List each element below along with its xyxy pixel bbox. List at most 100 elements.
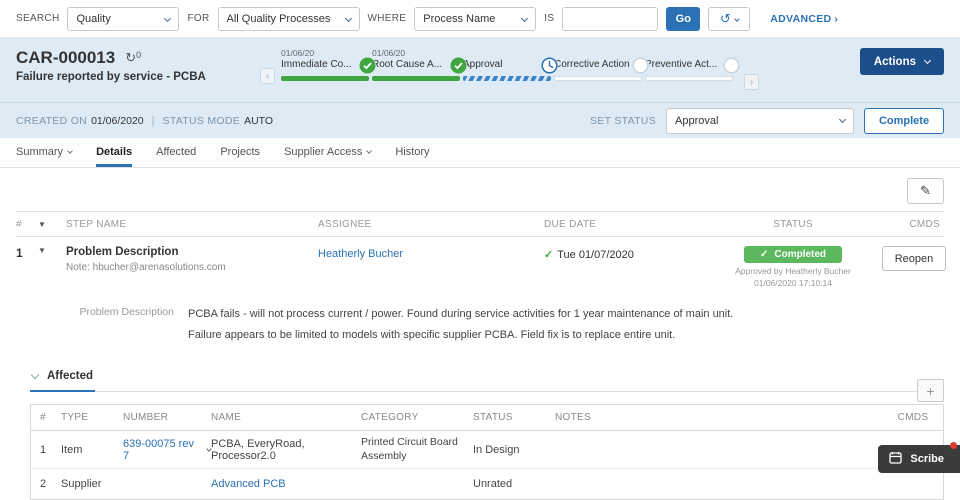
row-name: PCBA, EveryRoad, Processor2.0 [211, 437, 305, 462]
search-history-button[interactable]: ↺ [708, 6, 751, 31]
step-label: Approval [463, 59, 503, 70]
step-progress-bar [645, 76, 733, 81]
chevron-down-icon [733, 15, 740, 22]
refresh-icon[interactable]: ↻0 [125, 50, 141, 66]
step-progress-bar [281, 76, 369, 81]
cmds-column-header: CMDS [909, 218, 940, 230]
scribe-icon [889, 451, 903, 467]
refresh-glyph: ↻ [125, 50, 137, 65]
status-column-header: STATUS [473, 412, 513, 424]
steps-table-header: # ▼ STEP NAME ASSIGNEE DUE DATE STATUS C… [16, 211, 944, 237]
tab-label: Summary [16, 146, 64, 158]
tab-details[interactable]: Details [96, 138, 133, 167]
search-value-input[interactable] [562, 6, 659, 31]
scribe-label: Scribe [910, 453, 944, 465]
pending-circle-icon [723, 57, 740, 74]
status-row: CREATED ON 01/06/2020 | STATUS MODE AUTO… [0, 102, 960, 138]
tab-history[interactable]: History [395, 138, 429, 167]
created-on-label: CREATED ON [16, 114, 88, 127]
problem-description-text: PCBA fails - will not process current / … [188, 307, 734, 342]
number-column-header: NUMBER [123, 412, 169, 424]
affected-table-header: # TYPE NUMBER NAME CATEGORY STATUS NOTES… [31, 405, 943, 432]
supplier-name-link[interactable]: Advanced PCB [211, 478, 286, 490]
steps-scroll-right-button[interactable]: › [744, 74, 759, 90]
chevron-down-icon [344, 14, 352, 22]
tab-projects[interactable]: Projects [220, 138, 260, 167]
due-date-value: Tue 01/07/2020 [557, 249, 634, 261]
details-content: ✎ # ▼ STEP NAME ASSIGNEE DUE DATE STATUS… [0, 168, 960, 500]
assignee-link[interactable]: Heatherly Bucher [318, 248, 403, 260]
tab-summary[interactable]: Summary [16, 138, 73, 167]
approved-time-text: 01/06/2020 17:10:14 [754, 277, 832, 288]
step-date [645, 48, 733, 59]
table-row: 1 ▼ Problem Description Note: hbucher@ar… [16, 237, 946, 300]
item-number-link[interactable]: 639-00075 rev 7 [123, 438, 212, 462]
workflow-step-approval[interactable]: Approval [463, 48, 558, 81]
step-date [554, 48, 642, 59]
record-subtitle: Failure reported by service - PCBA [16, 71, 206, 83]
separator: | [151, 114, 155, 127]
pending-circle-icon [632, 57, 649, 74]
workflow-step-corrective[interactable]: Corrective Action [554, 48, 649, 81]
complete-button[interactable]: Complete [864, 107, 944, 134]
actions-button[interactable]: Actions [859, 48, 944, 75]
reopen-button[interactable]: Reopen [882, 246, 946, 271]
set-status-value: Approval [675, 114, 719, 127]
step-progress-bar [463, 76, 551, 81]
problem-description-section: Problem Description PCBA fails - will no… [16, 300, 944, 363]
tab-affected[interactable]: Affected [156, 138, 196, 167]
check-circle-icon [450, 57, 467, 74]
add-affected-button[interactable]: + [917, 379, 944, 403]
step-progress-bar [554, 76, 642, 81]
set-status-label: SET STATUS [589, 114, 656, 127]
set-status-select[interactable]: Approval [666, 107, 854, 134]
search-for-select[interactable]: All Quality Processes [217, 6, 360, 31]
go-button[interactable]: Go [666, 6, 701, 31]
chevron-down-icon [366, 148, 373, 154]
step-note: Note: hbucher@arenasolutions.com [66, 262, 226, 273]
advanced-link[interactable]: ADVANCED › [770, 13, 838, 25]
check-icon: ✓ [544, 249, 554, 261]
step-row-number: 1 [16, 246, 23, 260]
created-on-value: 01/06/2020 [91, 114, 144, 127]
step-label: Preventive Act... [645, 59, 718, 70]
scribe-widget[interactable]: Scribe [878, 442, 960, 473]
affected-table: # TYPE NUMBER NAME CATEGORY STATUS NOTES… [30, 404, 944, 500]
edit-pencil-button[interactable]: ✎ [907, 178, 944, 204]
affected-title-label: Affected [47, 370, 94, 383]
workflow-step-immediate[interactable]: 01/06/20 Immediate Co... [281, 48, 376, 81]
row-status: Unrated [473, 478, 513, 491]
row-category: Printed Circuit Board Assembly [361, 436, 458, 462]
status-mode-value: AUTO [244, 114, 274, 127]
chevron-right-icon: › [834, 12, 839, 25]
due-date-column-header: DUE DATE [544, 218, 597, 230]
workflow-step-preventive[interactable]: Preventive Act... [645, 48, 740, 81]
row-type: Item [61, 443, 83, 456]
search-scope-select[interactable]: Quality [67, 6, 180, 31]
approved-by-text: Approved by Heatherly Bucher [735, 266, 851, 276]
tab-label: Details [96, 146, 133, 158]
problem-description-label: Problem Description [79, 305, 174, 318]
search-where-value: Process Name [423, 12, 496, 25]
workflow-step-root-cause[interactable]: 01/06/20 Root Cause A... [372, 48, 467, 81]
search-for-value: All Quality Processes [226, 12, 331, 25]
search-where-select[interactable]: Process Name [414, 6, 537, 31]
chevron-down-icon [521, 14, 529, 22]
num-column-header: # [40, 412, 46, 424]
status-mode-label: STATUS MODE [162, 114, 241, 127]
status-badge-label: Completed [774, 249, 827, 260]
name-column-header: NAME [211, 412, 242, 424]
step-progress-bar [372, 76, 460, 81]
expand-row-icon[interactable]: ▼ [38, 246, 66, 255]
filter-icon[interactable]: ▼ [38, 220, 66, 229]
steps-scroll-left-button[interactable]: ‹ [260, 68, 275, 84]
table-row: 1 Item 639-00075 rev 7 PCBA, EveryRoad, … [31, 431, 943, 470]
tab-supplier-access[interactable]: Supplier Access [284, 138, 373, 167]
step-date: 01/06/20 [372, 48, 406, 58]
collapse-icon [30, 370, 40, 379]
check-circle-icon [359, 57, 376, 74]
table-row: 2 Supplier Advanced PCB Unrated [31, 469, 943, 499]
step-name-column-header: STEP NAME [66, 218, 127, 230]
affected-section-toggle[interactable]: Affected [30, 370, 96, 393]
record-id: CAR-000013 [16, 48, 116, 67]
